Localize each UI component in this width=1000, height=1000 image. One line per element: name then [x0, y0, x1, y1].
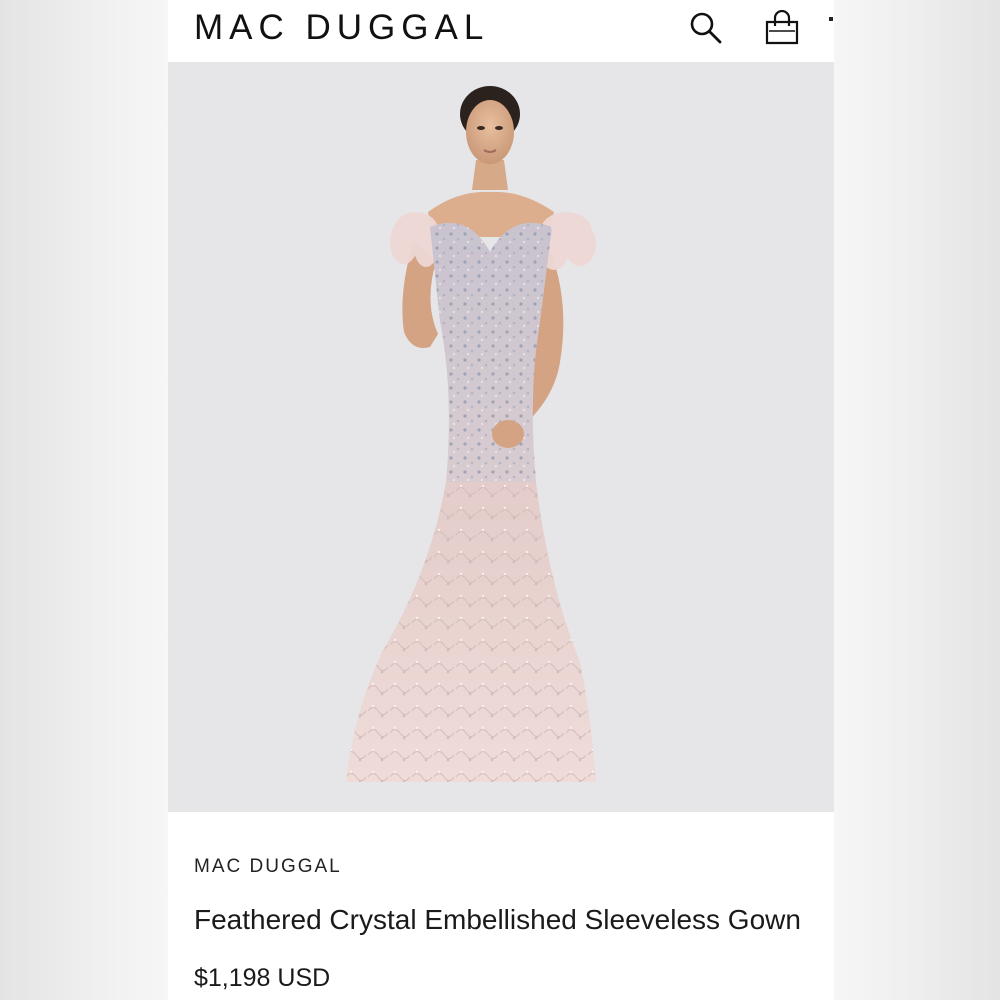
product-page: MAC DUGGAL MAC DUGGAL Feathered Crystal …	[168, 0, 834, 1000]
product-title: Feathered Crystal Embellished Sleeveless…	[194, 904, 801, 935]
cart-button[interactable]	[762, 8, 802, 48]
product-brand[interactable]: MAC DUGGAL	[194, 856, 342, 878]
site-header: MAC DUGGAL	[168, 0, 834, 62]
more-menu-button[interactable]	[827, 14, 834, 40]
model-gown-illustration	[346, 86, 596, 782]
brand-logo[interactable]: MAC DUGGAL	[194, 8, 489, 48]
product-price: $1,198 USD	[194, 964, 331, 992]
product-image[interactable]	[168, 62, 834, 812]
shopping-bag-icon	[765, 10, 799, 45]
search-icon	[690, 12, 722, 44]
screenshot-stage: MAC DUGGAL MAC DUGGAL Feathered Crystal …	[0, 0, 1000, 1000]
search-button[interactable]	[686, 8, 726, 48]
more-icon	[829, 17, 833, 21]
